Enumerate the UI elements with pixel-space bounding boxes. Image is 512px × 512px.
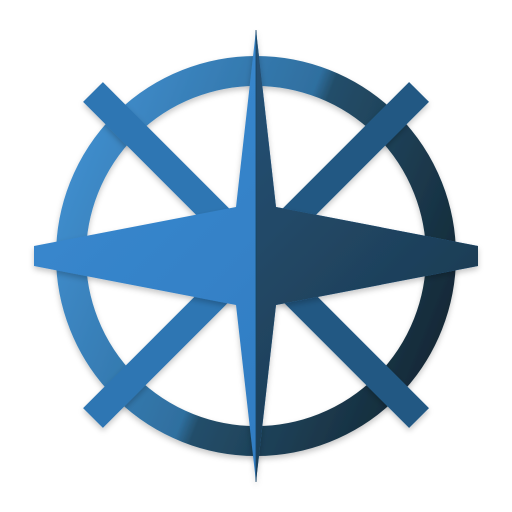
compass-rose-icon: [34, 30, 478, 482]
app-icon-canvas: [0, 0, 512, 512]
